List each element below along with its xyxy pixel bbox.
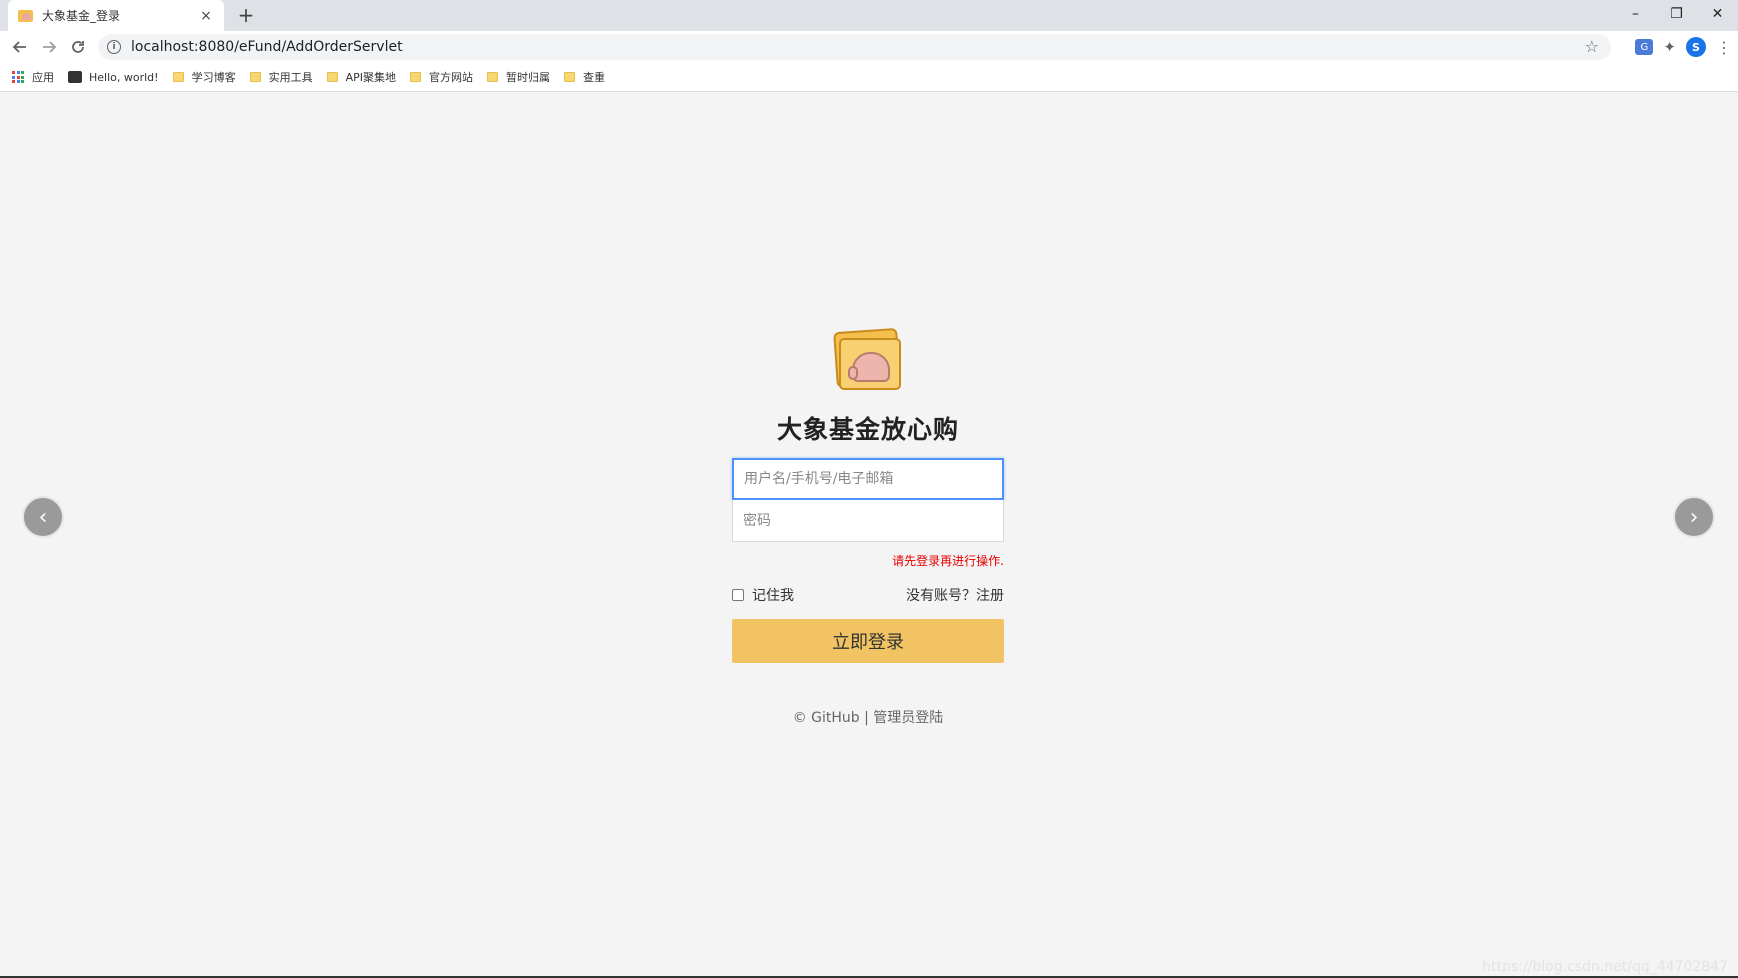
bookmark-hello-world[interactable]: Hello, world! [68, 71, 159, 84]
window-controls: – ❐ ✕ [1615, 0, 1738, 28]
carousel-next-button[interactable]: › [1673, 496, 1715, 538]
folder-icon [172, 72, 184, 82]
bookmark-label: 暂时归属 [505, 71, 550, 84]
admin-login-link[interactable]: 管理员登陆 [873, 710, 943, 726]
options-row: 记住我 没有账号？注册 [732, 585, 1004, 605]
back-icon[interactable] [5, 33, 34, 61]
footer-separator: | [859, 710, 874, 726]
menu-icon[interactable]: ⋮ [1716, 38, 1732, 57]
elephant-logo-icon [833, 327, 902, 392]
bookmark-label: 官方网站 [428, 71, 473, 84]
browser-tab[interactable]: 大象基金_登录 × [8, 0, 224, 31]
remember-label: 记住我 [752, 588, 794, 604]
browser-toolbar: i localhost:8080/eFund/AddOrderServlet ☆… [0, 31, 1738, 63]
bookmark-folder[interactable]: 官方网站 [409, 69, 473, 85]
bookmark-label: 查重 [582, 71, 605, 84]
password-input[interactable] [732, 500, 1004, 542]
url-text[interactable]: localhost:8080/eFund/AddOrderServlet [131, 39, 403, 55]
bookmark-label: API聚集地 [345, 71, 396, 84]
new-tab-button[interactable]: + [236, 3, 256, 27]
puzzle-icon[interactable]: ✦ [1663, 38, 1676, 56]
restore-button[interactable]: ❐ [1656, 0, 1697, 28]
login-form: 大象基金放心购 请先登录再进行操作. 记住我 没有账号？注册 立即登录 © Gi… [732, 327, 1004, 727]
github-link[interactable]: © GitHub [793, 710, 860, 726]
footer: © GitHub | 管理员登陆 [732, 707, 1004, 727]
extensions-area: G ✦ S ⋮ [1635, 31, 1738, 63]
register-link[interactable]: 没有账号？注册 [906, 585, 1004, 605]
login-button[interactable]: 立即登录 [732, 619, 1004, 663]
bookmark-folder[interactable]: 实用工具 [249, 69, 313, 85]
avatar[interactable]: S [1686, 37, 1706, 57]
bookmark-apps[interactable]: 应用 [12, 69, 54, 85]
remember-checkbox[interactable] [732, 589, 744, 601]
star-icon[interactable]: ☆ [1585, 37, 1599, 56]
apps-icon [12, 71, 24, 83]
bookmark-folder[interactable]: API聚集地 [326, 69, 396, 85]
folder-icon [326, 72, 338, 82]
bookmark-folder[interactable]: 暂时归属 [486, 69, 550, 85]
tab-title: 大象基金_登录 [42, 9, 121, 23]
bookmark-label: 实用工具 [268, 71, 313, 84]
browser-titlebar: 大象基金_登录 × + – ❐ ✕ [0, 0, 1738, 31]
watermark: https://blog.csdn.net/qq_44702847 [1482, 959, 1728, 975]
site-icon [68, 71, 82, 83]
page-title: 大象基金放心购 [776, 415, 959, 444]
elephant-favicon-icon [18, 9, 34, 23]
error-message: 请先登录再进行操作. [892, 554, 1004, 568]
tab-close-icon[interactable]: × [198, 8, 214, 24]
close-window-button[interactable]: ✕ [1697, 0, 1738, 28]
address-bar[interactable]: i localhost:8080/eFund/AddOrderServlet ☆ [98, 34, 1611, 60]
remember-me[interactable]: 记住我 [732, 585, 794, 605]
reload-icon[interactable] [63, 33, 92, 61]
info-icon[interactable]: i [107, 40, 121, 54]
folder-icon [249, 72, 261, 82]
folder-icon [486, 72, 498, 82]
page-content: ‹ › 大象基金放心购 请先登录再进行操作. 记住我 没有账号？注册 立即登录 … [0, 92, 1738, 978]
bookmark-label: 应用 [32, 71, 54, 84]
folder-icon [409, 72, 421, 82]
translate-icon[interactable]: G [1635, 39, 1654, 55]
bookmarks-bar: 应用 Hello, world! 学习博客 实用工具 API聚集地 官方网站 暂… [0, 63, 1738, 92]
folder-icon [563, 72, 575, 82]
carousel-prev-button[interactable]: ‹ [22, 496, 64, 538]
username-input[interactable] [732, 458, 1004, 500]
bookmark-label: Hello, world! [89, 70, 159, 84]
bookmark-label: 学习博客 [191, 71, 236, 84]
bookmark-folder[interactable]: 学习博客 [172, 69, 236, 85]
bookmark-folder[interactable]: 查重 [563, 69, 605, 85]
minimize-button[interactable]: – [1615, 0, 1656, 28]
forward-icon[interactable] [34, 33, 63, 61]
